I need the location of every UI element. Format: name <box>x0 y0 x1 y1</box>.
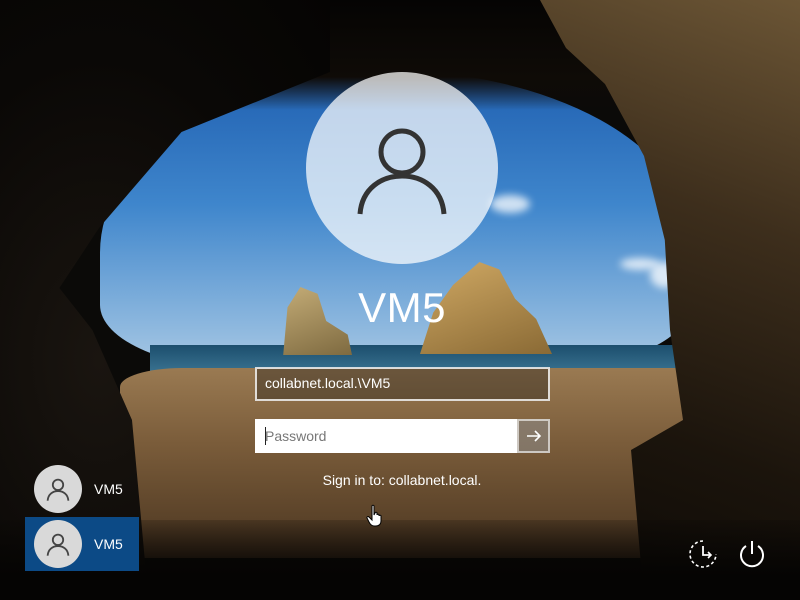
password-input[interactable] <box>255 419 517 453</box>
user-silhouette-icon <box>357 128 447 215</box>
text-caret <box>265 427 266 445</box>
ease-of-access-icon <box>689 540 717 568</box>
domain-username-field[interactable]: collabnet.local.\VM5 <box>255 367 550 401</box>
arrow-right-icon <box>526 430 541 442</box>
password-row <box>255 419 550 453</box>
user-silhouette-icon <box>46 478 70 501</box>
user-tile-label: VM5 <box>94 536 123 552</box>
user-tile-label: VM5 <box>94 481 123 497</box>
user-avatar-large <box>306 72 498 264</box>
hand-pointer-icon <box>366 504 382 527</box>
account-username: VM5 <box>358 284 446 331</box>
power-button[interactable] <box>735 537 769 571</box>
user-tile-vm5-selected[interactable]: VM5 <box>25 517 139 571</box>
sign-in-domain-text: Sign in to: collabnet.local. <box>322 472 482 488</box>
submit-button[interactable] <box>517 419 550 453</box>
avatar <box>34 520 82 568</box>
user-silhouette-icon <box>46 533 70 556</box>
user-tile-vm5[interactable]: VM5 <box>25 462 139 516</box>
avatar <box>34 465 82 513</box>
ease-of-access-button[interactable] <box>686 537 720 571</box>
power-icon <box>740 541 764 568</box>
cloud <box>490 195 530 213</box>
